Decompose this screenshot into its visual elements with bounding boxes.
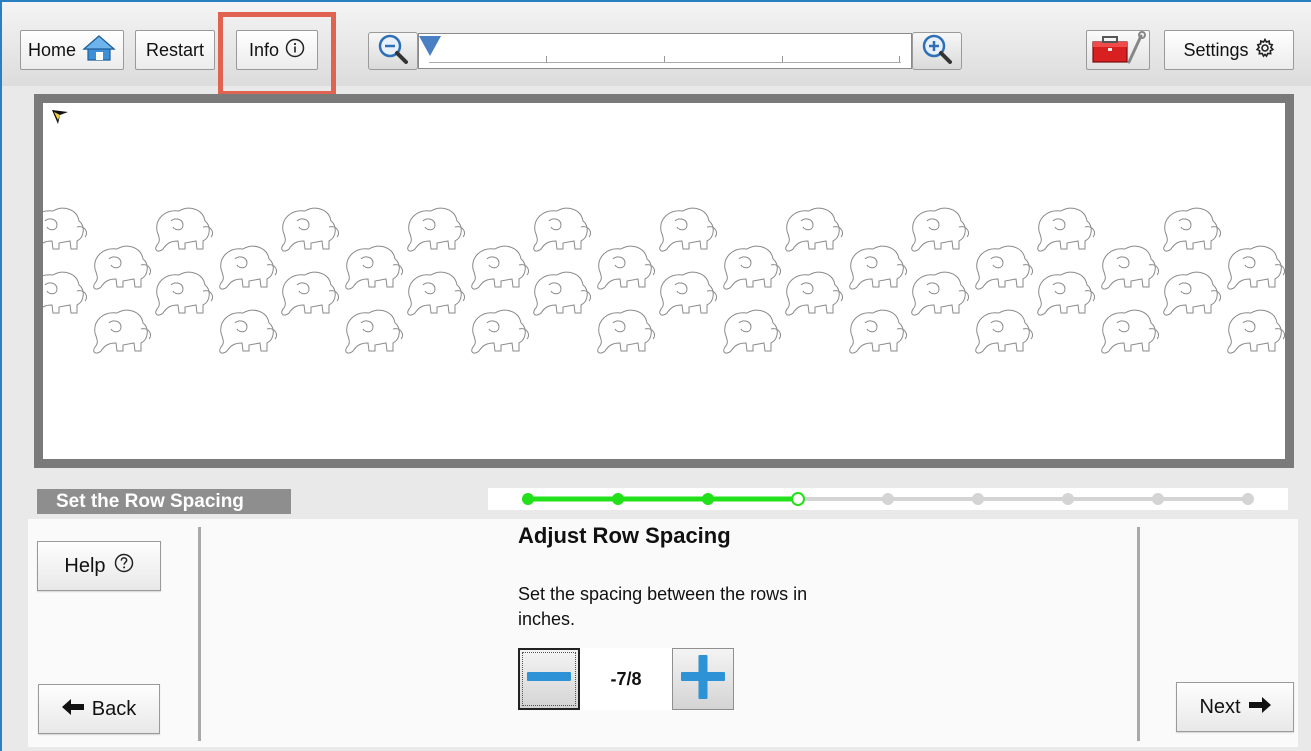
progress-step-dot <box>882 493 894 505</box>
zoom-slider-tick <box>664 56 665 62</box>
elephant-motif <box>1037 207 1096 252</box>
elephant-motif <box>1037 271 1096 316</box>
step-panel <box>28 519 1298 747</box>
elephant-motif <box>471 309 530 354</box>
elephant-motif <box>219 309 278 354</box>
elephant-motif <box>533 271 592 316</box>
next-button[interactable]: Next <box>1176 682 1294 732</box>
elephant-motif <box>911 271 970 316</box>
elephant-motif <box>281 271 340 316</box>
progress-step-dot <box>522 493 534 505</box>
elephant-motif <box>407 207 466 252</box>
elephant-motif <box>1163 207 1222 252</box>
progress-step-dot <box>972 493 984 505</box>
elephant-quilt-pattern <box>43 207 1285 354</box>
panel-description: Set the spacing between the rows in inch… <box>518 584 808 629</box>
zoom-slider-thumb[interactable] <box>419 36 441 56</box>
plus-icon <box>681 654 725 704</box>
progress-step-dot <box>702 493 714 505</box>
elephant-motif <box>597 309 656 354</box>
zoom-in-button[interactable] <box>912 32 962 70</box>
step-title-label: Set the Row Spacing <box>37 489 291 514</box>
row-spacing-value: -7/8 <box>580 648 672 710</box>
elephant-motif <box>1101 309 1160 354</box>
elephant-motif <box>659 207 718 252</box>
elephant-motif <box>1227 245 1285 290</box>
zoom-out-button[interactable] <box>368 32 418 70</box>
elephant-motif <box>93 309 152 354</box>
panel-title: Adjust Row Spacing <box>518 523 731 548</box>
increase-spacing-button[interactable] <box>672 648 734 710</box>
elephant-motif <box>155 271 214 316</box>
progress-step-dot <box>1062 493 1074 505</box>
elephant-motif <box>723 245 782 290</box>
zoom-slider-track <box>429 62 901 63</box>
elephant-motif <box>471 245 530 290</box>
toolbox-icon <box>1089 30 1147 71</box>
help-label: Help <box>64 554 106 577</box>
elephant-motif <box>849 309 908 354</box>
info-circle-icon <box>285 38 305 63</box>
home-icon <box>82 34 116 67</box>
elephant-motif <box>975 245 1034 290</box>
progress-step-dot <box>791 492 805 506</box>
next-label: Next <box>1199 695 1241 718</box>
elephant-motif <box>407 271 466 316</box>
zoom-out-icon <box>377 33 409 70</box>
info-button[interactable]: Info <box>236 30 318 70</box>
help-button[interactable]: Help <box>37 541 161 591</box>
elephant-motif <box>723 309 782 354</box>
progress-step-dot <box>1152 493 1164 505</box>
elephant-motif <box>1101 245 1160 290</box>
elephant-motif <box>785 271 844 316</box>
elephant-motif <box>93 245 152 290</box>
elephant-motif <box>43 207 88 252</box>
elephant-motif <box>533 207 592 252</box>
elephant-motif <box>219 245 278 290</box>
progress-step-dot <box>612 493 624 505</box>
toolbox-button[interactable] <box>1086 30 1150 70</box>
info-label: Info <box>248 39 280 60</box>
elephant-motif <box>659 271 718 316</box>
design-canvas[interactable] <box>43 103 1285 459</box>
help-circle-icon <box>114 553 134 579</box>
home-label: Home <box>27 39 76 60</box>
zoom-in-icon <box>921 33 953 70</box>
elephant-motif <box>785 207 844 252</box>
pointer-arrow-icon <box>51 109 69 130</box>
elephant-motif <box>975 309 1034 354</box>
arrow-left-icon <box>61 698 84 721</box>
elephant-motif <box>1227 309 1285 354</box>
decrease-spacing-button[interactable] <box>518 648 580 710</box>
elephant-motif <box>281 207 340 252</box>
step-progress-bar <box>488 488 1288 510</box>
elephant-motif <box>155 207 214 252</box>
elephant-motif <box>597 245 656 290</box>
design-canvas-frame <box>34 94 1294 468</box>
elephant-motif <box>1163 271 1222 316</box>
minus-icon <box>527 670 571 688</box>
zoom-slider-tick <box>782 56 783 62</box>
elephant-motif <box>911 207 970 252</box>
back-button[interactable]: Back <box>38 684 160 734</box>
right-divider <box>1137 527 1140 741</box>
zoom-slider-tick <box>546 56 547 62</box>
restart-label: Restart <box>145 39 205 60</box>
back-label: Back <box>91 697 137 720</box>
zoom-slider-tick <box>899 56 900 62</box>
gear-icon <box>1255 37 1275 63</box>
elephant-motif <box>849 245 908 290</box>
progress-step-dot <box>1242 493 1254 505</box>
elephant-motif <box>43 271 88 316</box>
left-divider <box>198 527 201 741</box>
elephant-motif <box>345 309 404 354</box>
zoom-slider[interactable] <box>418 33 912 69</box>
home-button[interactable]: Home <box>20 30 124 70</box>
elephant-motif <box>345 245 404 290</box>
settings-label: Settings <box>1183 39 1249 60</box>
arrow-right-icon <box>1248 696 1271 719</box>
restart-button[interactable]: Restart <box>135 30 215 70</box>
settings-button[interactable]: Settings <box>1164 30 1294 70</box>
